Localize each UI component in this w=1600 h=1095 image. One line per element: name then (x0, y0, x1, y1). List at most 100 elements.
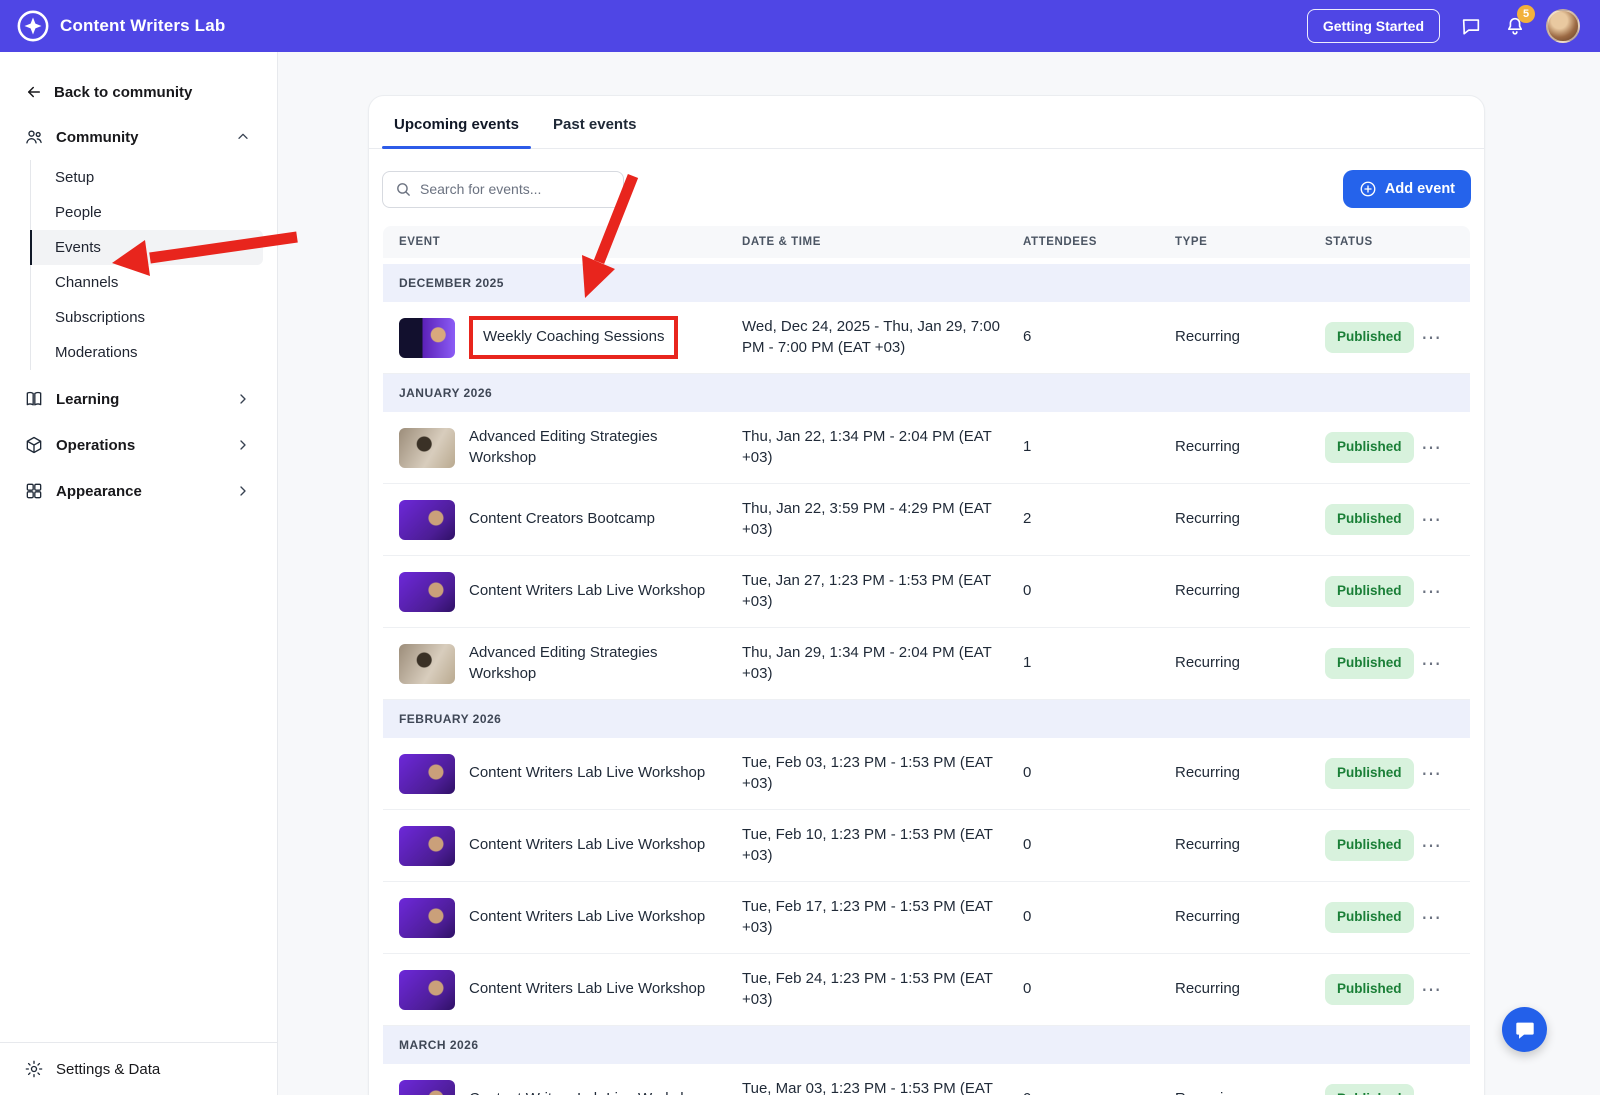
table-header: EVENT DATE & TIME ATTENDEES TYPE STATUS (383, 226, 1470, 258)
add-event-label: Add event (1385, 181, 1455, 197)
event-type: Recurring (1175, 509, 1325, 529)
sidebar-section-operations-label: Operations (56, 437, 135, 454)
user-avatar[interactable] (1546, 9, 1580, 43)
event-datetime: Wed, Dec 24, 2025 - Thu, Jan 29, 7:00 PM… (742, 317, 1023, 358)
event-row[interactable]: Advanced Editing Strategies WorkshopThu,… (383, 628, 1470, 700)
event-cell: Content Writers Lab Live Workshop (399, 754, 742, 794)
sidebar-section-learning[interactable]: Learning (0, 376, 277, 422)
month-header: JANUARY 2026 (383, 374, 1470, 412)
month-header: FEBRUARY 2026 (383, 700, 1470, 738)
row-menu-button[interactable]: ⋯ (1415, 1086, 1447, 1095)
tab-past-events[interactable]: Past events (541, 116, 648, 148)
row-menu-button[interactable]: ⋯ (1415, 832, 1447, 860)
search-input[interactable] (420, 181, 611, 197)
event-datetime: Tue, Jan 27, 1:23 PM - 1:53 PM (EAT +03) (742, 571, 1023, 612)
sidebar-section-appearance[interactable]: Appearance (0, 468, 277, 514)
event-cell: Advanced Editing Strategies Workshop (399, 427, 742, 468)
community-icon (24, 127, 44, 147)
event-thumbnail (399, 970, 455, 1010)
sidebar-item-channels[interactable]: Channels (31, 265, 263, 300)
event-title[interactable]: Content Writers Lab Live Workshop (469, 907, 705, 927)
messages-icon[interactable] (1458, 13, 1484, 39)
event-thumbnail (399, 428, 455, 468)
sidebar-item-people[interactable]: People (31, 195, 263, 230)
brand: Content Writers Lab (16, 9, 225, 43)
event-title[interactable]: Advanced Editing Strategies Workshop (469, 643, 728, 684)
chat-bubble-icon (1514, 1019, 1536, 1041)
event-cell: Weekly Coaching Sessions (399, 316, 742, 358)
sidebar: Back to community Community Setup People… (0, 52, 278, 1095)
row-menu-button[interactable]: ⋯ (1415, 976, 1447, 1004)
event-row[interactable]: Content Writers Lab Live Workshop Tue, Fe… (383, 810, 1470, 882)
sidebar-item-subscriptions[interactable]: Subscriptions (31, 300, 263, 335)
event-attendees: 0 (1023, 1089, 1175, 1095)
event-row[interactable]: Advanced Editing Strategies Workshop Thu,… (383, 412, 1470, 484)
brand-name: Content Writers Lab (60, 16, 225, 36)
row-menu-button[interactable]: ⋯ (1415, 506, 1447, 534)
settings-and-data-link[interactable]: Settings & Data (0, 1042, 277, 1095)
event-attendees: 0 (1023, 835, 1175, 855)
sidebar-item-moderations[interactable]: Moderations (31, 335, 263, 370)
events-search[interactable] (382, 171, 624, 208)
event-attendees: 0 (1023, 763, 1175, 783)
event-datetime: Thu, Jan 22, 1:34 PM - 2:04 PM (EAT +03) (742, 427, 1023, 468)
sidebar-item-setup[interactable]: Setup (31, 160, 263, 195)
status-cell: Published (1325, 648, 1415, 678)
event-row[interactable]: Weekly Coaching Sessions Wed, Dec 24, 202… (383, 302, 1470, 374)
row-menu-button[interactable]: ⋯ (1415, 578, 1447, 606)
event-row[interactable]: Content Writers Lab Live WorkshopTue, Fe… (383, 882, 1470, 954)
event-row[interactable]: Content Creators Bootcamp Thu, Jan 22, 3:… (383, 484, 1470, 556)
event-type: Recurring (1175, 653, 1325, 673)
event-thumbnail (399, 572, 455, 612)
event-title[interactable]: Content Writers Lab Live Workshop (469, 835, 705, 855)
event-title[interactable]: Content Writers Lab Live Workshop (469, 1089, 705, 1095)
event-type: Recurring (1175, 907, 1325, 927)
status-badge: Published (1325, 322, 1414, 352)
event-datetime: Tue, Feb 10, 1:23 PM - 1:53 PM (EAT +03) (742, 825, 1023, 866)
event-cell: Content Writers Lab Live Workshop (399, 898, 742, 938)
add-event-button[interactable]: Add event (1343, 170, 1471, 208)
event-attendees: 0 (1023, 979, 1175, 999)
event-title[interactable]: Advanced Editing Strategies Workshop (469, 427, 728, 468)
sidebar-section-operations[interactable]: Operations (0, 422, 277, 468)
chat-launcher-button[interactable] (1502, 1007, 1547, 1052)
status-badge: Published (1325, 648, 1414, 678)
row-menu-button[interactable]: ⋯ (1415, 904, 1447, 932)
sidebar-item-events[interactable]: Events (31, 230, 263, 265)
back-to-community-label: Back to community (54, 84, 192, 101)
sidebar-section-community[interactable]: Community (0, 114, 277, 160)
event-thumbnail (399, 644, 455, 684)
event-row[interactable]: Content Writers Lab Live WorkshopTue, Ma… (383, 1064, 1470, 1095)
event-row[interactable]: Content Writers Lab Live WorkshopTue, Fe… (383, 738, 1470, 810)
row-menu-button[interactable]: ⋯ (1415, 324, 1447, 352)
getting-started-button[interactable]: Getting Started (1307, 9, 1440, 43)
event-title[interactable]: Content Writers Lab Live Workshop (469, 979, 705, 999)
back-to-community-link[interactable]: Back to community (0, 52, 277, 114)
event-title-highlighted[interactable]: Weekly Coaching Sessions (469, 316, 678, 358)
status-badge: Published (1325, 902, 1414, 932)
status-cell: Published (1325, 830, 1415, 860)
row-menu-button[interactable]: ⋯ (1415, 650, 1447, 678)
status-badge: Published (1325, 504, 1414, 534)
plus-circle-icon (1359, 180, 1377, 198)
event-thumbnail (399, 1080, 455, 1095)
status-badge: Published (1325, 1084, 1414, 1095)
event-row[interactable]: Content Writers Lab Live Workshop Tue, Ja… (383, 556, 1470, 628)
month-header: DECEMBER 2025 (383, 264, 1470, 302)
row-menu-button[interactable]: ⋯ (1415, 760, 1447, 788)
tab-upcoming-events[interactable]: Upcoming events (382, 116, 531, 148)
row-menu-button[interactable]: ⋯ (1415, 434, 1447, 462)
column-header-event: EVENT (399, 236, 742, 248)
event-title[interactable]: Content Writers Lab Live Workshop (469, 763, 705, 783)
actions-cell: ⋯ (1415, 506, 1461, 534)
event-title[interactable]: Content Writers Lab Live Workshop (469, 581, 705, 601)
event-title[interactable]: Content Creators Bootcamp (469, 509, 655, 529)
event-thumbnail (399, 754, 455, 794)
event-attendees: 0 (1023, 907, 1175, 927)
event-datetime: Thu, Jan 22, 3:59 PM - 4:29 PM (EAT +03) (742, 499, 1023, 540)
notifications-icon[interactable]: 5 (1502, 13, 1528, 39)
status-cell: Published (1325, 902, 1415, 932)
event-type: Recurring (1175, 979, 1325, 999)
event-row[interactable]: Content Writers Lab Live WorkshopTue, Fe… (383, 954, 1470, 1026)
actions-cell: ⋯ (1415, 832, 1461, 860)
